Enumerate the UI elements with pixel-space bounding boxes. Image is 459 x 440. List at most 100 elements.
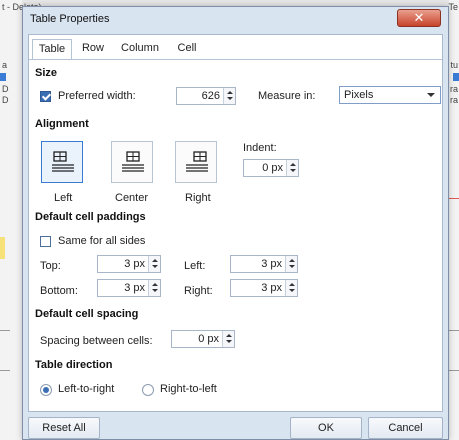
- spin-up-icon[interactable]: [289, 259, 295, 262]
- chevron-down-icon: [427, 93, 435, 97]
- spin-up-icon[interactable]: [226, 334, 232, 337]
- spin-down-icon[interactable]: [152, 289, 158, 292]
- padding-right-label: Right:: [184, 285, 213, 297]
- spin-up-icon[interactable]: [227, 91, 233, 94]
- spin-up-icon[interactable]: [290, 163, 296, 166]
- measure-in-label: Measure in:: [258, 90, 316, 102]
- rtl-label: Right-to-left: [160, 383, 217, 395]
- spin-up-icon[interactable]: [289, 283, 295, 286]
- indent-stepper[interactable]: 0 px: [243, 159, 299, 177]
- spin-down-icon[interactable]: [289, 289, 295, 292]
- alignment-heading: Alignment: [35, 118, 89, 130]
- spacing-between-value: 0 px: [198, 333, 219, 345]
- align-right-icon: [186, 151, 208, 172]
- padding-bottom-value: 3 px: [124, 282, 145, 294]
- paddings-heading: Default cell paddings: [35, 211, 146, 223]
- align-center-label: Center: [115, 192, 149, 204]
- align-right-button[interactable]: [175, 141, 217, 183]
- ok-button[interactable]: OK: [290, 417, 362, 439]
- ltr-radio[interactable]: [40, 384, 52, 396]
- align-left-button[interactable]: [41, 141, 83, 183]
- preferred-width-checkbox[interactable]: [40, 91, 51, 102]
- ltr-label: Left-to-right: [58, 383, 115, 395]
- table-properties-dialog: Table Properties ✕ Table Row Column Cell…: [22, 6, 449, 440]
- align-left-label: Left: [54, 192, 73, 204]
- tab-divider: [29, 59, 442, 60]
- padding-bottom-label: Bottom:: [40, 285, 78, 297]
- padding-left-stepper[interactable]: 3 px: [230, 255, 298, 273]
- background-line: [449, 370, 459, 371]
- same-all-sides-checkbox[interactable]: [40, 236, 51, 247]
- padding-top-label: Top:: [40, 260, 61, 272]
- spin-arrows[interactable]: [223, 88, 235, 104]
- spin-down-icon[interactable]: [226, 340, 232, 343]
- background-text: ra: [449, 95, 458, 105]
- tab-label: Row: [81, 42, 104, 54]
- padding-top-stepper[interactable]: 3 px: [97, 255, 161, 273]
- close-icon: ✕: [413, 10, 425, 25]
- spin-arrows[interactable]: [222, 331, 234, 347]
- measure-in-value: Pixels: [344, 89, 374, 101]
- background-highlight: [0, 73, 6, 81]
- same-all-sides-label: Same for all sides: [58, 235, 146, 247]
- preferred-width-stepper[interactable]: 626: [176, 87, 236, 105]
- close-button[interactable]: ✕: [397, 9, 441, 27]
- background-text: a: [2, 60, 8, 70]
- button-label: Reset All: [42, 422, 86, 434]
- size-heading: Size: [35, 67, 58, 79]
- align-right-label: Right: [185, 192, 211, 204]
- button-label: Cancel: [388, 422, 423, 434]
- spin-arrows[interactable]: [285, 280, 297, 296]
- background-text: D: [2, 95, 9, 105]
- spacing-heading: Default cell spacing: [35, 308, 139, 320]
- tab-table[interactable]: Table: [32, 39, 72, 60]
- measure-in-select[interactable]: Pixels: [339, 86, 441, 104]
- align-center-button[interactable]: [111, 141, 153, 183]
- padding-right-stepper[interactable]: 3 px: [230, 279, 298, 297]
- spin-arrows[interactable]: [285, 256, 297, 272]
- align-left-icon: [52, 151, 74, 172]
- padding-left-value: 3 px: [261, 258, 282, 270]
- background-text: D: [2, 84, 9, 94]
- background-text: ra: [449, 84, 458, 94]
- preferred-width-label: Preferred width:: [58, 90, 136, 102]
- align-center-icon: [122, 151, 144, 172]
- cancel-button[interactable]: Cancel: [368, 417, 443, 439]
- dialog-title: Table Properties: [30, 13, 110, 25]
- spin-down-icon[interactable]: [290, 169, 296, 172]
- rtl-radio[interactable]: [142, 384, 154, 396]
- title-bar[interactable]: Table Properties ✕: [23, 7, 448, 31]
- direction-heading: Table direction: [35, 359, 113, 371]
- indent-value: 0 px: [262, 162, 283, 174]
- spin-arrows[interactable]: [148, 280, 160, 296]
- button-label: OK: [318, 422, 334, 434]
- reset-all-button[interactable]: Reset All: [28, 417, 100, 439]
- spin-down-icon[interactable]: [289, 265, 295, 268]
- padding-top-value: 3 px: [124, 258, 145, 270]
- padding-right-value: 3 px: [261, 282, 282, 294]
- background-line: [0, 370, 10, 371]
- tab-cell[interactable]: Cell: [172, 39, 202, 59]
- tab-row[interactable]: Row: [76, 39, 110, 59]
- spin-arrows[interactable]: [286, 160, 298, 176]
- padding-left-label: Left:: [184, 260, 206, 272]
- spin-down-icon[interactable]: [152, 265, 158, 268]
- background-highlight: [453, 73, 459, 81]
- spacing-between-stepper[interactable]: 0 px: [171, 330, 235, 348]
- preferred-width-value: 626: [201, 90, 220, 102]
- spin-up-icon[interactable]: [152, 259, 158, 262]
- tab-column[interactable]: Column: [114, 39, 166, 59]
- tab-label: Cell: [177, 42, 197, 54]
- background-line: [0, 330, 10, 331]
- padding-bottom-stepper[interactable]: 3 px: [97, 279, 161, 297]
- tab-label: Table: [38, 43, 66, 55]
- background-line: [449, 330, 459, 331]
- spin-arrows[interactable]: [148, 256, 160, 272]
- spin-up-icon[interactable]: [152, 283, 158, 286]
- indent-label: Indent:: [243, 142, 277, 154]
- dialog-content: Table Row Column Cell Size Preferred wid…: [28, 34, 443, 412]
- background-text: tu: [450, 60, 458, 70]
- background-highlight: [0, 237, 5, 259]
- background-line: [449, 198, 459, 199]
- spin-down-icon[interactable]: [227, 97, 233, 100]
